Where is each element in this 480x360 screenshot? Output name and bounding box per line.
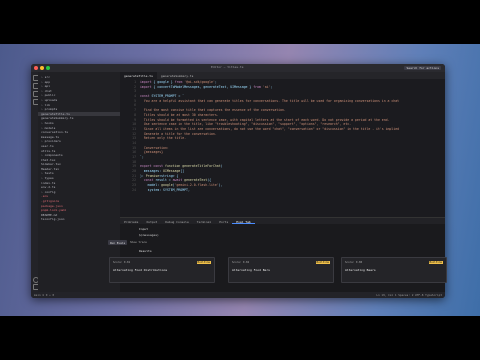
code-token: `; bbox=[140, 155, 144, 159]
code-token: generateTitleForChat bbox=[182, 164, 221, 169]
explorer-item-label: › providers bbox=[41, 139, 61, 144]
explorer-item-label: utils.ts bbox=[41, 148, 56, 153]
status-right: Ln 19, Col 1 Spaces: 2 UTF-8 TypeScript bbox=[376, 293, 442, 297]
panel-tab[interactable]: Terminal bbox=[193, 218, 215, 224]
explorer-item-label: › api bbox=[41, 84, 51, 89]
explorer-item-label: generateSummary.ts bbox=[41, 116, 74, 121]
card-title: Alternating Food Bars bbox=[232, 268, 270, 272]
explorer-item-label: Header.tsx bbox=[41, 166, 60, 171]
maximize-window-icon[interactable] bbox=[46, 66, 50, 70]
explorer-item[interactable]: tsconfig.json bbox=[38, 217, 120, 222]
panel-tab[interactable]: Ports bbox=[215, 218, 232, 224]
code-editor[interactable]: generateTitle.ts generateSummary.ts 1 impo… bbox=[120, 72, 445, 217]
explorer-item-label: user.ts bbox=[41, 143, 54, 148]
code-line: 5 You are a helpful assistant that can g… bbox=[120, 99, 445, 104]
explorer-item-label: › types bbox=[41, 176, 54, 181]
card-badge: Builtins bbox=[315, 260, 330, 264]
editor-tab[interactable]: generateTitle.ts bbox=[120, 72, 157, 79]
explorer-item-label: › chat bbox=[41, 88, 52, 93]
result-card[interactable]: Score: 0.81BuiltinsAlternating Food Dist… bbox=[109, 257, 215, 283]
code-token: import bbox=[140, 84, 154, 89]
code-lines: 1 import { google } from '@ai-sdk/google'… bbox=[120, 80, 445, 193]
explorer-item-label: .gitignore bbox=[41, 199, 60, 204]
title-bar: Editor — titles.ts Search for actions bbox=[31, 64, 445, 72]
explorer-item-label: index.ts bbox=[41, 180, 56, 185]
panel-tab[interactable]: Problems bbox=[120, 218, 142, 224]
explorer-item-label: › components bbox=[41, 153, 63, 158]
explorer-item-label: › prompts bbox=[41, 107, 58, 112]
code-token: 'ai' bbox=[262, 84, 271, 89]
code-token: { convertToModelMessages, generateText, … bbox=[153, 84, 254, 89]
explorer-item-label: env.d.ts bbox=[41, 185, 56, 190]
explorer-item-label: › config bbox=[41, 189, 56, 194]
explorer-item-label: › hooks bbox=[41, 120, 54, 125]
run-evals-button[interactable]: Run Evals bbox=[108, 240, 128, 246]
code-token: You are a helpful assistant that can gen… bbox=[140, 98, 400, 103]
card-score: Score: 0.80 bbox=[345, 261, 363, 264]
activity-bar bbox=[31, 72, 39, 292]
letterbox-bottom bbox=[0, 316, 480, 360]
card-badge: Builtins bbox=[428, 260, 443, 264]
editor-tab[interactable]: generateSummary.ts bbox=[157, 72, 198, 79]
explorer-item-label: › tests bbox=[41, 171, 54, 176]
explorer-item-label: message.ts bbox=[41, 134, 60, 139]
card-title: Alternating Bears bbox=[345, 268, 376, 272]
result-card[interactable]: Score: 0.82 Builtins Alternating Food Bars bbox=[228, 257, 334, 283]
panel-tab[interactable]: Output bbox=[142, 218, 161, 224]
code-token: Return only the title. bbox=[140, 136, 187, 141]
code-token: system: SYSTEM_PROMPT, bbox=[140, 187, 190, 192]
code-line: 24 system: SYSTEM_PROMPT, bbox=[120, 188, 445, 193]
explorer-item-label: › src bbox=[41, 75, 51, 79]
panel-tab[interactable]: Eval Tab bbox=[232, 218, 255, 224]
card-score: Score: 0.82 bbox=[232, 261, 250, 264]
explorer-item-label: pnpm-lock.yaml bbox=[41, 208, 67, 213]
explorer-item-label: README.md bbox=[41, 212, 58, 217]
status-bar: main ⊗ 0 ⚠ 0 Ln 19, Col 1 Spaces: 2 UTF-… bbox=[31, 292, 445, 298]
explorer-item-label: › models bbox=[41, 125, 56, 130]
explorer-item-label: › lib bbox=[41, 102, 51, 107]
results-label: Results bbox=[139, 249, 152, 253]
show-trace-checkbox[interactable]: Show trace bbox=[130, 240, 147, 244]
editor-tabs: generateTitle.ts generateSummary.ts bbox=[120, 72, 445, 79]
result-card[interactable]: Score: 0.80 Builtins Alternating Bears bbox=[341, 257, 447, 283]
line-number: 24 bbox=[132, 187, 136, 192]
code-token: ; bbox=[270, 84, 273, 89]
code-token: from bbox=[253, 84, 263, 89]
explorer-item-label: conversation.ts bbox=[41, 130, 69, 135]
explorer-item-label: › public bbox=[41, 93, 56, 98]
explorer-item-label: package.json bbox=[41, 203, 63, 208]
command-search-button[interactable]: Search for actions bbox=[404, 65, 441, 70]
close-window-icon[interactable] bbox=[34, 66, 38, 70]
status-left[interactable]: main ⊗ 0 ⚠ 0 bbox=[34, 293, 54, 297]
explorer-item-label: › uploads bbox=[41, 97, 58, 102]
code-token: ), bbox=[218, 183, 223, 188]
file-explorer: › src › app › api › chat › public › uplo… bbox=[38, 72, 120, 295]
minimize-window-icon[interactable] bbox=[40, 66, 44, 70]
window-title: Editor — titles.ts bbox=[211, 65, 244, 69]
explorer-item-label: › app bbox=[41, 79, 51, 84]
input-value[interactable]: $(messages) bbox=[139, 233, 159, 237]
explorer-item-label: tsconfig.json bbox=[41, 217, 65, 222]
card-badge: Builtins bbox=[196, 260, 211, 264]
explorer-item-label: .env bbox=[41, 194, 49, 199]
panel-tabs: Problems Output Debug Console Terminal Ports… bbox=[120, 218, 445, 224]
panel-tab[interactable]: Debug Console bbox=[161, 218, 192, 224]
code-token: ( bbox=[220, 164, 223, 169]
input-label: Input bbox=[139, 227, 149, 231]
explorer-item-label: generateTitle.ts bbox=[41, 111, 70, 116]
letterbox-top bbox=[0, 0, 480, 44]
card-score: Score: 0.81 bbox=[113, 261, 131, 264]
explorer-item-label: Chat.tsx bbox=[41, 157, 56, 162]
explorer-item-label: Sidebar.tsx bbox=[41, 162, 61, 167]
code-token: [] bbox=[180, 169, 185, 174]
